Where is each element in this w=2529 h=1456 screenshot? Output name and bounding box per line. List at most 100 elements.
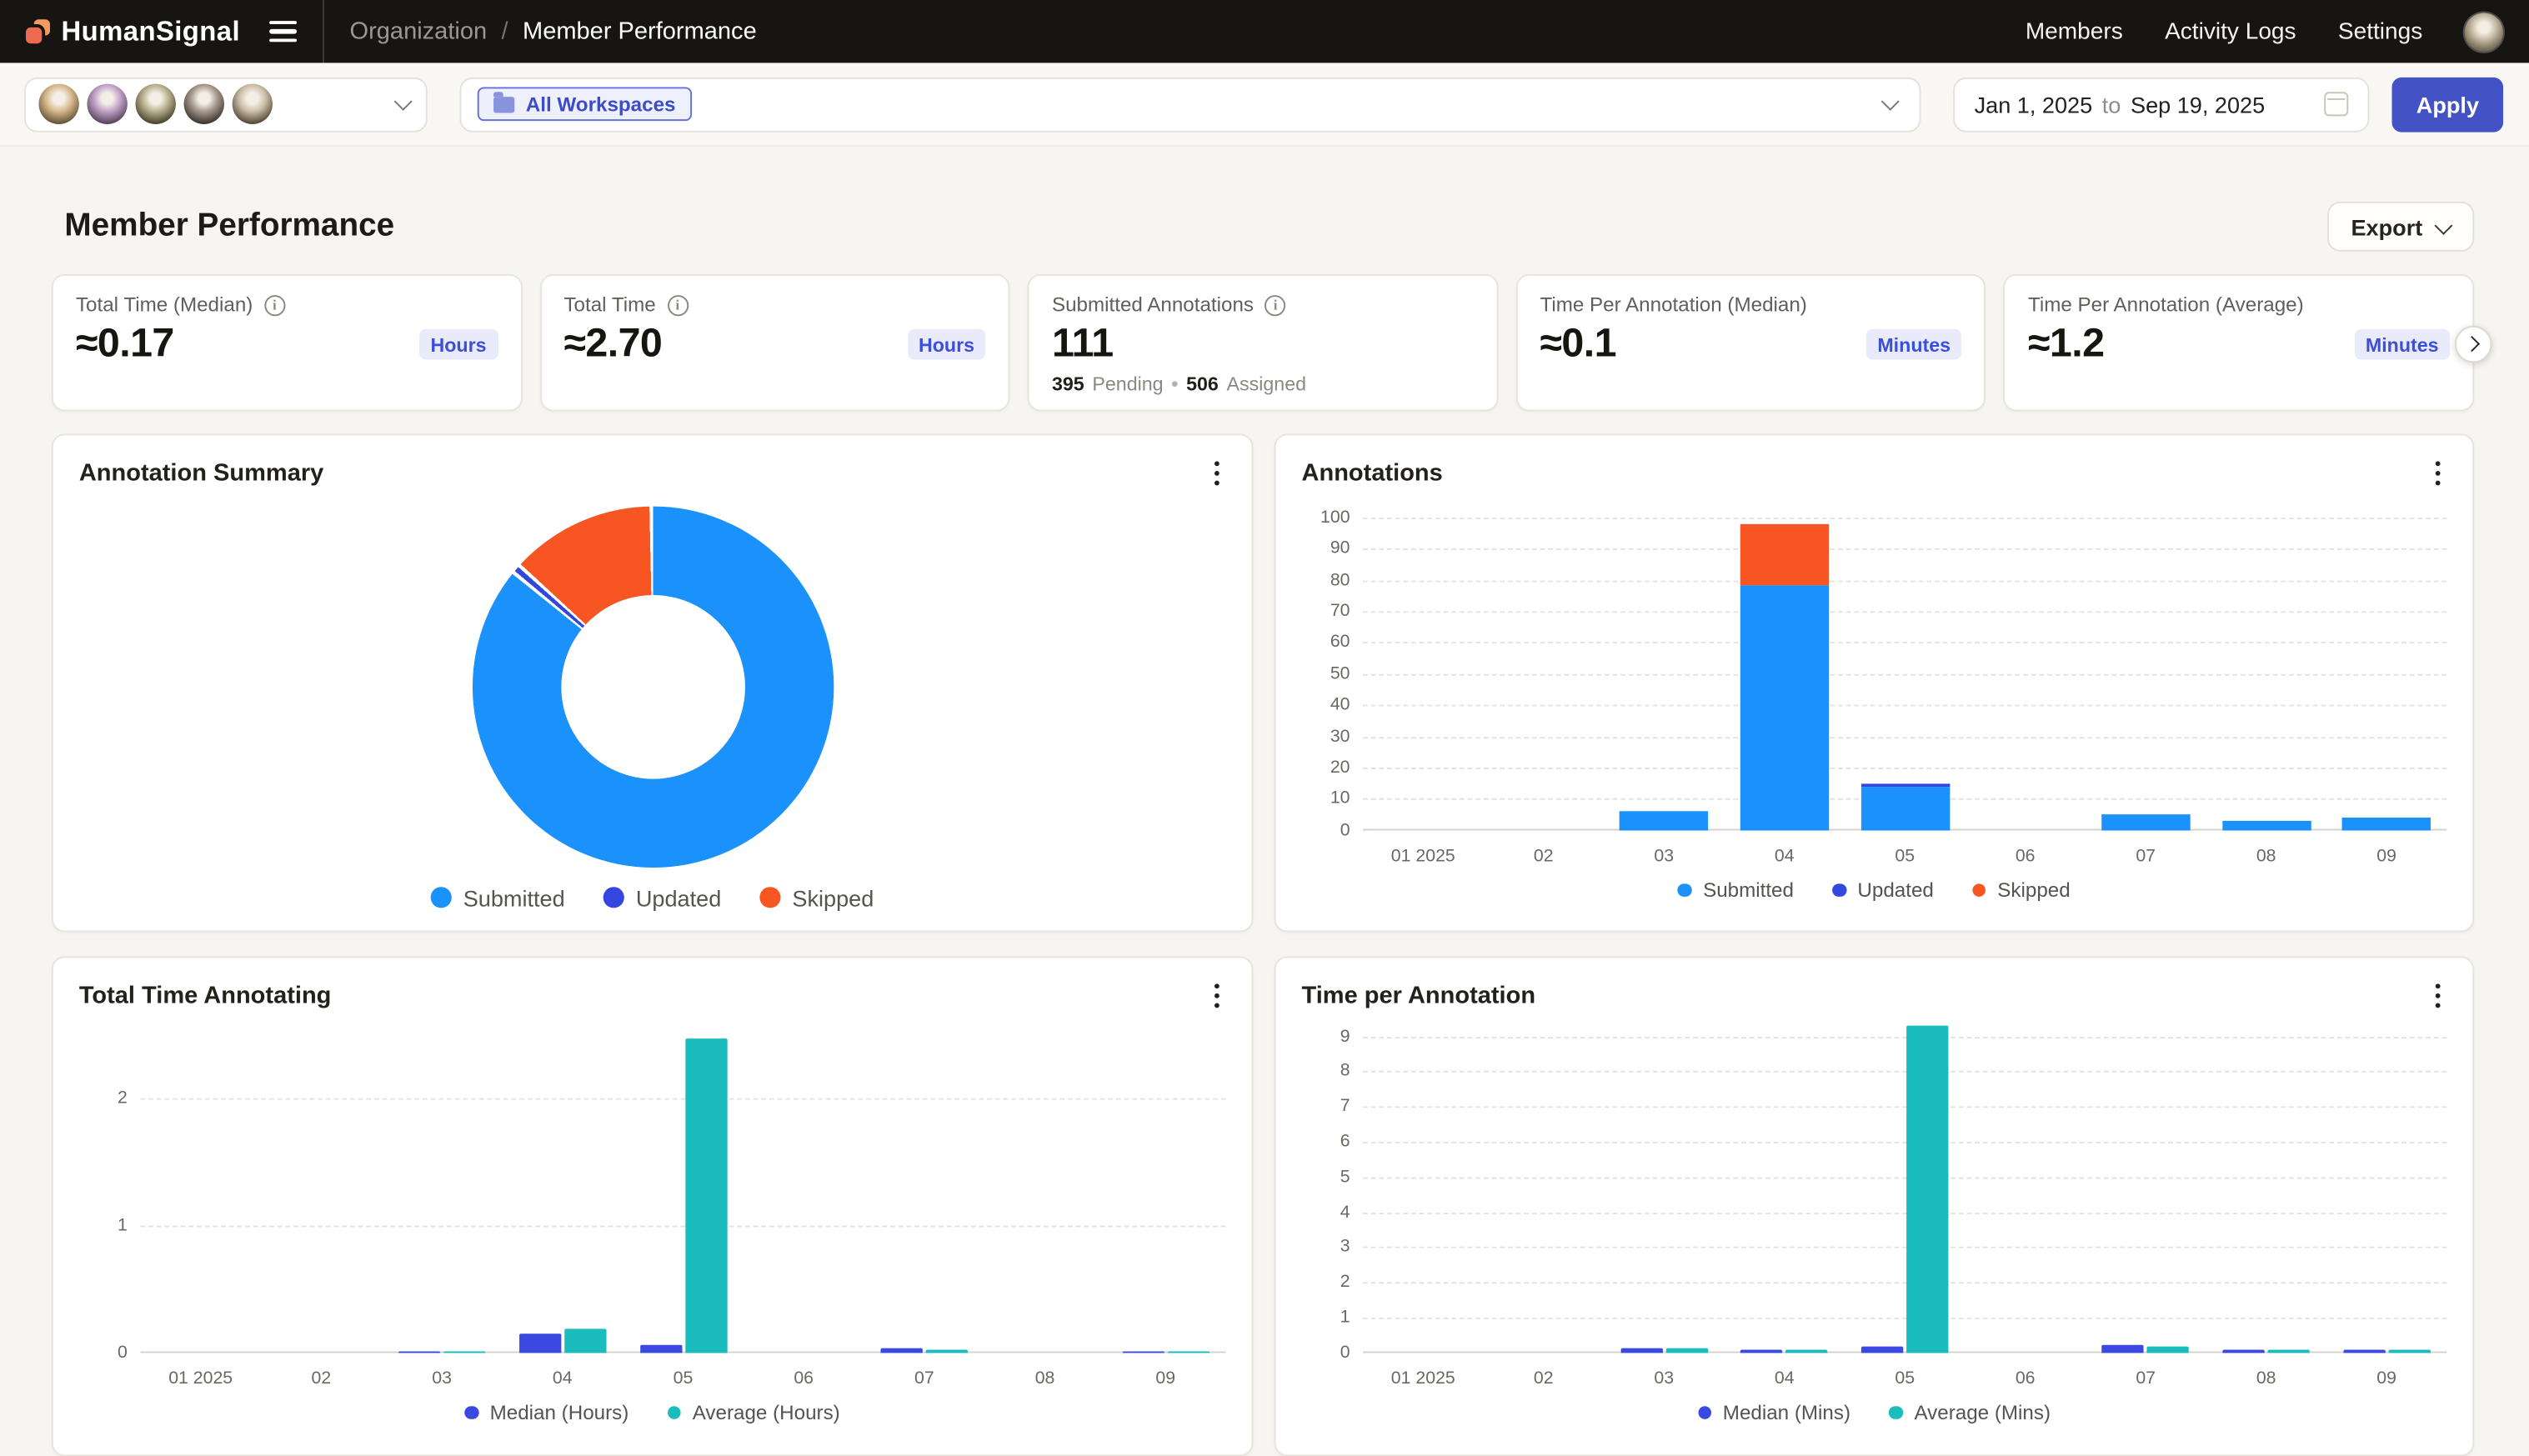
month-slot: 03 xyxy=(1604,1014,1724,1353)
date-range-input[interactable]: Jan 1, 2025 to Sep 19, 2025 xyxy=(1953,77,2369,132)
stacked-bar[interactable] xyxy=(1860,783,1949,830)
legend-item-updated[interactable]: Updated xyxy=(1832,878,1933,901)
bar-median-hours-[interactable] xyxy=(1122,1351,1164,1353)
y-axis-label: 1 xyxy=(118,1215,128,1234)
hamburger-menu-icon[interactable] xyxy=(269,21,297,42)
month-slot: 07 xyxy=(2086,514,2206,830)
legend-dot xyxy=(760,888,781,908)
kebab-menu-icon[interactable] xyxy=(2429,980,2447,1010)
member-avatar xyxy=(233,84,273,124)
stat-card: Time Per Annotation (Average)≈1.2Minutes xyxy=(2004,274,2474,411)
y-axis: 0102030405060708090100 xyxy=(1302,514,1364,830)
workspace-chip[interactable]: All Workspaces xyxy=(478,87,692,121)
bar-average-hours-[interactable] xyxy=(1167,1351,1209,1353)
bar-median-mins-[interactable] xyxy=(1740,1349,1782,1353)
stacked-bar[interactable] xyxy=(1740,523,1829,830)
x-axis-label: 03 xyxy=(382,1368,503,1388)
nav-link-activity-logs[interactable]: Activity Logs xyxy=(2165,18,2296,44)
stat-card-value: ≈0.1 xyxy=(1540,321,1615,368)
member-avatar xyxy=(38,84,78,124)
month-slot: 04 xyxy=(1724,514,1844,830)
legend-item-average-hours-[interactable]: Average (Hours) xyxy=(668,1401,840,1423)
bar-average-hours-[interactable] xyxy=(564,1328,606,1353)
user-avatar[interactable] xyxy=(2465,13,2503,51)
nav-link-members[interactable]: Members xyxy=(2026,18,2123,44)
stacked-bar[interactable] xyxy=(2342,818,2431,830)
bar-segment-skipped xyxy=(1740,523,1829,586)
y-axis-label: 0 xyxy=(1340,1343,1350,1362)
folder-icon xyxy=(493,96,514,112)
bar-median-mins-[interactable] xyxy=(2102,1346,2144,1353)
annotation-summary-donut-chart[interactable] xyxy=(472,506,833,867)
legend-item-average-mins-[interactable]: Average (Mins) xyxy=(1889,1401,2051,1423)
legend-dot xyxy=(1698,1405,1711,1418)
info-icon[interactable]: i xyxy=(1265,294,1286,315)
legend-item-median-mins-[interactable]: Median (Mins) xyxy=(1698,1401,1850,1423)
panel-title: Total Time Annotating xyxy=(79,982,332,1009)
export-button[interactable]: Export xyxy=(2326,202,2474,252)
bar-average-mins-[interactable] xyxy=(2268,1349,2310,1353)
y-axis: 012 xyxy=(79,1028,141,1353)
bar-median-hours-[interactable] xyxy=(881,1348,923,1353)
month-slot: 06 xyxy=(1965,514,2085,830)
legend-item-skipped[interactable]: Skipped xyxy=(1972,878,2070,901)
stat-card-title: Total Time xyxy=(563,293,655,316)
month-slot: 01 2025 xyxy=(140,1028,261,1353)
bar-average-mins-[interactable] xyxy=(1906,1027,1948,1353)
bar-median-hours-[interactable] xyxy=(519,1333,561,1353)
bar-median-mins-[interactable] xyxy=(2222,1349,2264,1353)
brand-name: HumanSignal xyxy=(62,15,240,48)
stacked-bar[interactable] xyxy=(2221,821,2310,830)
kebab-menu-icon[interactable] xyxy=(1208,458,1226,488)
bar-median-mins-[interactable] xyxy=(1620,1348,1662,1353)
bar-median-hours-[interactable] xyxy=(639,1345,681,1353)
month-slot: 02 xyxy=(261,1028,382,1353)
bar-median-hours-[interactable] xyxy=(398,1351,440,1353)
month-slot: 02 xyxy=(1484,1014,1604,1353)
chart-area: 012345678901 20250203040506070809 xyxy=(1302,1014,2447,1353)
breadcrumb-organization[interactable]: Organization xyxy=(350,18,488,45)
bar-average-mins-[interactable] xyxy=(1786,1349,1828,1353)
x-axis-label: 03 xyxy=(1604,846,1724,865)
y-axis: 0123456789 xyxy=(1302,1014,1364,1353)
footer-number: 395 xyxy=(1052,373,1084,395)
x-axis-label: 07 xyxy=(864,1368,985,1388)
panel-title: Time per Annotation xyxy=(1302,982,1536,1009)
stacked-bar[interactable] xyxy=(1620,812,1708,830)
y-axis-label: 2 xyxy=(1340,1273,1350,1292)
x-axis-label: 09 xyxy=(2326,846,2446,865)
kebab-menu-icon[interactable] xyxy=(2429,458,2447,488)
apply-button[interactable]: Apply xyxy=(2392,77,2503,132)
chart-legend: Submitted Updated Skipped xyxy=(53,885,1252,911)
legend-item-updated[interactable]: Updated xyxy=(603,885,721,911)
bar-average-hours-[interactable] xyxy=(684,1039,726,1353)
bar-segment-submitted xyxy=(1620,812,1708,830)
legend-item-submitted[interactable]: Submitted xyxy=(1678,878,1794,901)
bar-average-mins-[interactable] xyxy=(2147,1346,2189,1353)
next-cards-button[interactable] xyxy=(2455,326,2492,363)
month-slot: 04 xyxy=(1724,1014,1844,1353)
legend-item-median-hours-[interactable]: Median (Hours) xyxy=(465,1401,629,1423)
humansignal-logo-icon xyxy=(26,19,50,43)
bar-average-hours-[interactable] xyxy=(926,1350,968,1353)
stacked-bar[interactable] xyxy=(2101,814,2190,830)
legend-item-submitted[interactable]: Submitted xyxy=(431,885,565,911)
annotation-summary-panel: Annotation Summary Submitted Updated Skipp… xyxy=(52,434,1254,933)
bar-median-mins-[interactable] xyxy=(1861,1347,1903,1353)
panel-title: Annotation Summary xyxy=(79,459,324,487)
bar-average-mins-[interactable] xyxy=(2388,1350,2430,1353)
info-icon[interactable]: i xyxy=(667,294,688,315)
bar-average-mins-[interactable] xyxy=(1665,1348,1707,1353)
workspaces-filter-select[interactable]: All Workspaces xyxy=(459,77,1921,132)
members-filter-select[interactable] xyxy=(24,77,428,132)
bar-median-mins-[interactable] xyxy=(2343,1350,2385,1353)
y-axis-label: 70 xyxy=(1330,602,1350,621)
legend-label: Skipped xyxy=(792,885,874,911)
legend-item-skipped[interactable]: Skipped xyxy=(760,885,874,911)
y-axis-label: 40 xyxy=(1330,695,1350,714)
x-axis-label: 03 xyxy=(1604,1368,1724,1388)
kebab-menu-icon[interactable] xyxy=(1208,980,1226,1010)
bar-average-hours-[interactable] xyxy=(443,1351,485,1353)
nav-link-settings[interactable]: Settings xyxy=(2338,18,2422,44)
info-icon[interactable]: i xyxy=(264,294,285,315)
